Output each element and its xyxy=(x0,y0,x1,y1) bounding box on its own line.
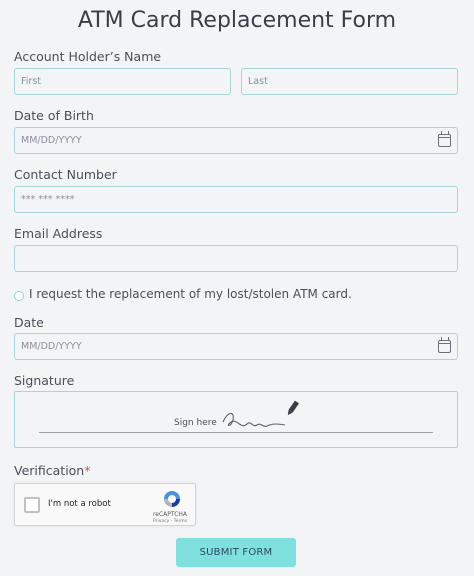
date-label: Date xyxy=(14,315,44,330)
recaptcha-label: I'm not a robot xyxy=(48,499,111,509)
recaptcha-checkbox[interactable] xyxy=(24,497,40,513)
dob-placeholder: MM/DD/YYYY xyxy=(21,135,82,146)
sign-here-text: Sign here xyxy=(174,418,217,428)
pen-signature-icon xyxy=(222,400,300,427)
submit-button[interactable]: SUBMIT FORM xyxy=(176,538,296,567)
page-title: ATM Card Replacement Form xyxy=(77,8,397,33)
date-placeholder: MM/DD/YYYY xyxy=(21,341,82,352)
last-name-placeholder: Last xyxy=(248,76,268,87)
replacement-request-radio[interactable] xyxy=(14,291,24,301)
verification-label: Verification* xyxy=(14,463,90,478)
replacement-request-text: I request the replacement of my lost/sto… xyxy=(29,287,352,301)
first-name-placeholder: First xyxy=(21,76,41,87)
signature-line xyxy=(39,432,433,433)
recaptcha-links[interactable]: Privacy - Terms xyxy=(153,518,187,525)
date-input[interactable]: MM/DD/YYYY xyxy=(14,333,458,360)
email-input[interactable] xyxy=(14,245,458,272)
recaptcha-brand-text: reCAPTCHA xyxy=(152,511,187,518)
dob-label: Date of Birth xyxy=(14,108,94,123)
recaptcha-widget: I'm not a robot reCAPTCHA Privacy - Term… xyxy=(14,483,196,526)
calendar-icon[interactable] xyxy=(438,131,451,147)
required-asterisk: * xyxy=(84,463,91,478)
contact-label: Contact Number xyxy=(14,167,117,182)
recaptcha-brand: reCAPTCHA Privacy - Terms xyxy=(153,511,187,525)
dob-input[interactable]: MM/DD/YYYY xyxy=(14,127,458,154)
email-label: Email Address xyxy=(14,226,103,241)
last-name-input[interactable]: Last xyxy=(241,68,458,95)
first-name-input[interactable]: First xyxy=(14,68,231,95)
contact-input[interactable]: *** *** **** xyxy=(14,186,458,213)
calendar-icon[interactable] xyxy=(438,337,451,353)
account-holder-label: Account Holder’s Name xyxy=(14,49,162,64)
recaptcha-logo-icon xyxy=(164,491,180,507)
signature-label: Signature xyxy=(14,373,75,388)
verification-text: Verification xyxy=(14,463,85,478)
contact-placeholder: *** *** **** xyxy=(21,194,75,205)
signature-pad[interactable]: Sign here xyxy=(14,391,458,448)
